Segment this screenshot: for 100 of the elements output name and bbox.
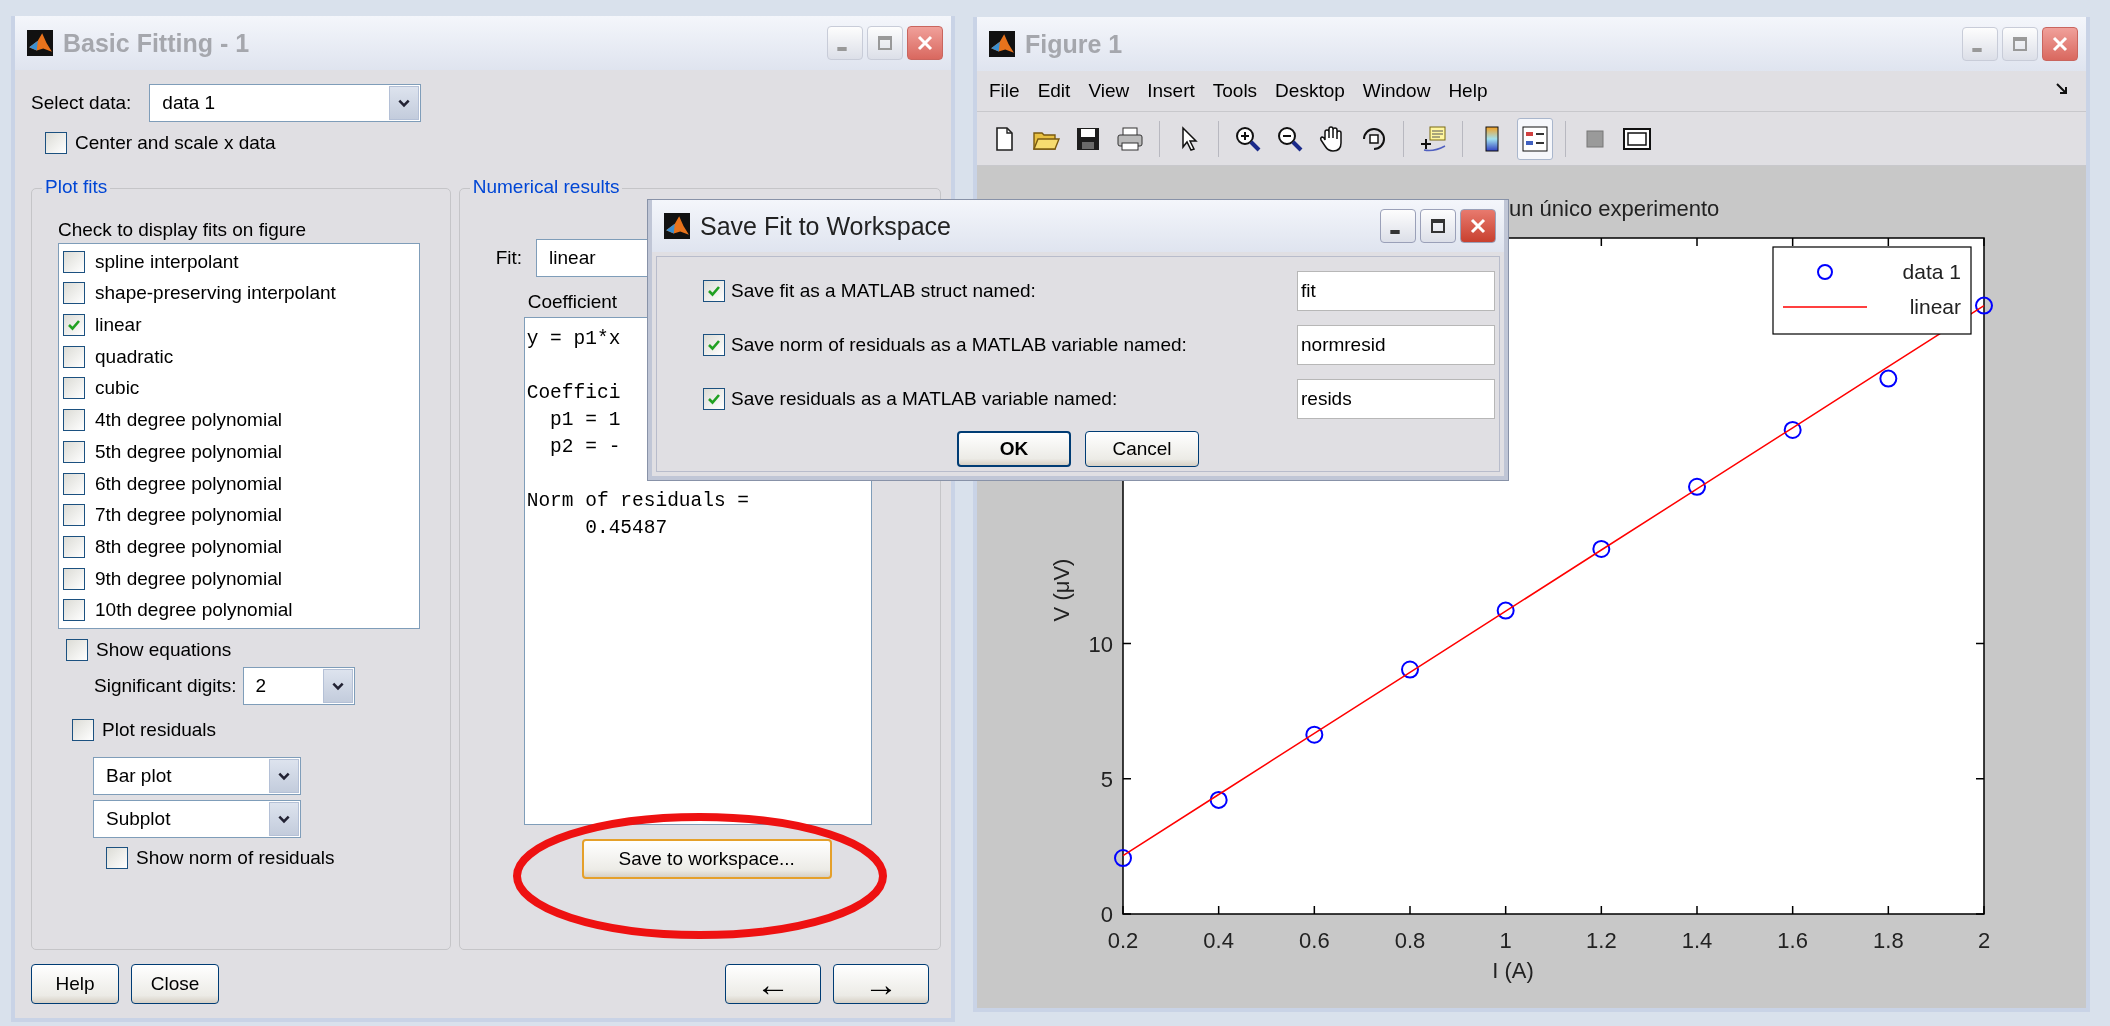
menu-item[interactable]: Tools <box>1206 80 1270 102</box>
checkbox[interactable] <box>63 377 85 400</box>
checkbox[interactable] <box>72 719 94 741</box>
close-icon <box>1468 216 1488 236</box>
data-point <box>1114 849 1132 868</box>
checkbox[interactable] <box>703 388 725 410</box>
fit-option[interactable]: spline interpolant <box>95 250 239 273</box>
fit-option[interactable]: 5th degree polynomial <box>95 440 282 463</box>
menu-item[interactable]: View <box>1082 80 1142 102</box>
data-point <box>1783 421 1802 439</box>
checkbox-label: Save norm of residuals as a MATLAB variable named: <box>731 334 1188 356</box>
fit-option[interactable]: 9th degree polynomial <box>95 567 282 590</box>
close-button[interactable] <box>1460 209 1496 243</box>
tick-label: 0.2 <box>1107 928 1139 953</box>
minimize-icon <box>1390 230 1400 234</box>
arrow-button[interactable]: → <box>833 964 929 1004</box>
checkbox-label: Plot residuals <box>102 719 217 741</box>
checkbox[interactable] <box>66 639 88 661</box>
checkbox[interactable] <box>63 472 85 495</box>
checkbox[interactable] <box>63 409 85 432</box>
data-point <box>1209 790 1228 809</box>
close-icon <box>2050 34 2070 54</box>
data-dropdown[interactable]: data 1 <box>149 84 422 122</box>
checkbox[interactable] <box>63 535 85 558</box>
close-icon <box>915 33 935 53</box>
checkbox[interactable] <box>63 250 85 273</box>
legend-marker <box>1817 264 1833 280</box>
menu-item[interactable]: Window <box>1356 80 1443 102</box>
fit-option[interactable]: linear <box>95 313 142 336</box>
menu-item[interactable]: Insert <box>1141 80 1207 102</box>
fit-option[interactable]: shape-preserving interpolant <box>95 282 336 305</box>
checkbox[interactable] <box>703 280 725 302</box>
checkbox-label: Show equations <box>96 639 232 661</box>
fit-option[interactable]: 8th degree polynomial <box>95 535 282 558</box>
peak-logo-icon <box>27 30 53 56</box>
tick-label: 2 <box>1977 928 1991 953</box>
chart-title: un único experimento <box>1509 196 1720 221</box>
result-line: p2 = - <box>549 435 621 460</box>
fit-option[interactable]: 6th degree polynomial <box>95 472 282 495</box>
menu-item[interactable]: Edit <box>1031 80 1083 102</box>
legend-icon[interactable] <box>1517 117 1553 160</box>
fit-option[interactable]: 7th degree polynomial <box>95 504 282 527</box>
close-button[interactable] <box>907 26 943 60</box>
field-label: Coefficient <box>527 291 618 313</box>
menu-item[interactable]: Desktop <box>1269 80 1357 102</box>
window-title: Figure 1 <box>1025 29 1124 59</box>
name-input[interactable]: normresid <box>1297 325 1495 365</box>
plot-style-dropdown[interactable]: Bar plot <box>93 757 301 795</box>
peak-logo-icon <box>664 213 690 239</box>
dialog-button[interactable]: OK <box>957 431 1071 467</box>
dialog-button[interactable]: Cancel <box>1085 431 1199 467</box>
checkbox-label: Center and scale x data <box>75 132 276 154</box>
dialog-button[interactable]: Help <box>31 964 119 1004</box>
checkbox[interactable] <box>63 440 85 463</box>
checkbox[interactable] <box>45 132 67 154</box>
hint-text: Check to display fits on figure <box>58 219 308 241</box>
save-button[interactable]: Save to workspace... <box>581 839 832 879</box>
fit-option[interactable]: 4th degree polynomial <box>95 409 282 432</box>
data-point <box>1496 601 1515 620</box>
checkbox-label: Show norm of residuals <box>136 847 335 869</box>
fit-option[interactable]: quadratic <box>95 345 174 368</box>
result-line: Coeffici <box>526 381 621 406</box>
dialog-button[interactable]: Close <box>131 964 219 1004</box>
plot-location-dropdown[interactable]: Subplot <box>93 800 301 838</box>
field-label: Select data: <box>31 92 132 114</box>
tick-label: 0.4 <box>1203 928 1234 953</box>
name-input[interactable]: fit <box>1297 271 1495 311</box>
tick-label: 5 <box>1100 766 1113 792</box>
checkbox[interactable] <box>63 567 85 590</box>
close-button[interactable] <box>2042 27 2078 61</box>
checkbox[interactable] <box>63 504 85 527</box>
field-label: Significant digits: <box>94 675 237 697</box>
checkbox[interactable] <box>703 334 725 356</box>
checkbox[interactable] <box>63 282 85 305</box>
checkbox-label: Save fit as a MATLAB struct named: <box>731 280 1037 302</box>
axis-label: V (μV) <box>1049 558 1074 622</box>
name-input[interactable]: resids <box>1297 379 1495 419</box>
maximize-button[interactable] <box>1420 209 1456 243</box>
window-title: Basic Fitting - 1 <box>63 28 251 58</box>
checkbox[interactable] <box>63 313 85 336</box>
checkbox[interactable] <box>106 847 128 869</box>
checkbox[interactable] <box>63 345 85 368</box>
fit-option[interactable]: 10th degree polynomial <box>95 599 293 622</box>
menu-item[interactable]: File <box>983 80 1032 102</box>
result-line: 0.45487 <box>584 516 668 541</box>
data-point <box>1401 660 1419 679</box>
tick-label: 1.2 <box>1586 928 1617 953</box>
legend-label: data 1 <box>1902 260 1961 283</box>
maximize-icon <box>1428 216 1448 236</box>
minimize-button[interactable] <box>1380 209 1416 243</box>
data-point <box>1879 369 1898 388</box>
result-line: Norm of residuals = <box>526 489 750 514</box>
fit-option[interactable]: cubic <box>95 377 140 400</box>
tick-label: 0.6 <box>1299 928 1330 953</box>
field-label: Fit: <box>495 247 523 269</box>
axis-label: I (A) <box>1492 958 1534 983</box>
menu-item[interactable]: Help <box>1442 80 1500 102</box>
arrow-button[interactable]: ← <box>725 964 821 1004</box>
checkbox[interactable] <box>63 599 85 622</box>
digits-dropdown[interactable]: 2 <box>242 667 355 705</box>
